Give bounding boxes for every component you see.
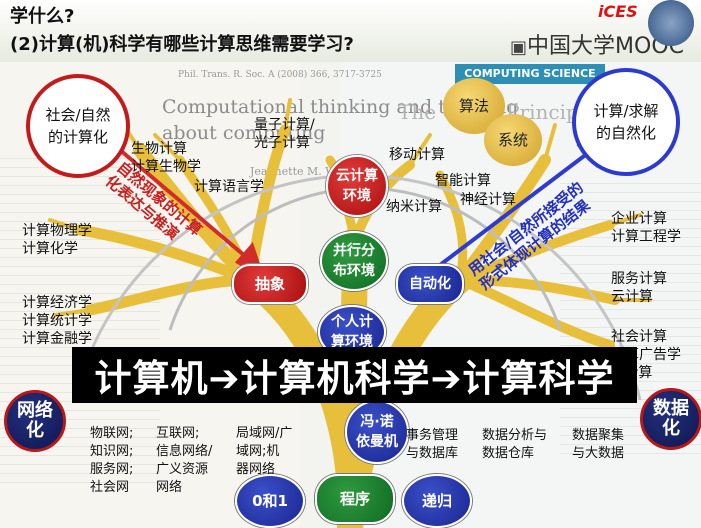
networking-node: 网络 化 (4, 390, 66, 452)
label-economics: 计算经济学 计算统计学 计算金融学 (22, 295, 92, 347)
zero-one-node: 0和1 (235, 474, 305, 528)
label-transaction: 事务管理 与数据库 (406, 428, 459, 461)
system-node: 系统 (484, 114, 542, 166)
label-aggregation: 数据聚集 与大数据 (572, 428, 625, 461)
label-networks-col3: 局域网/广 域网;机 器网络 (236, 426, 293, 477)
label-smart: 智能计算 (435, 173, 491, 189)
label-enterprise: 企业计算 计算工程学 (611, 211, 681, 245)
abstraction-node: 抽象 (232, 264, 308, 304)
automation-node: 自动化 (396, 264, 464, 304)
label-quantum: 量子计算/ 光子计算 (254, 117, 315, 151)
label-networks-col1: 物联网; 知识网; 服务网; 社会网 (90, 426, 134, 495)
social-computing-node: 社会/自然 的计算化 (26, 74, 130, 178)
natural-solving-node: 计算/求解 的自然化 (572, 68, 680, 176)
label-mobile: 移动计算 (389, 147, 445, 163)
recursion-node: 递归 (402, 474, 472, 528)
parallel-computing-node: 并行分 布环境 (320, 231, 388, 291)
evolution-banner: 计算机➔计算机科学➔计算科学 (72, 347, 637, 403)
label-service: 服务计算 云计算 (611, 271, 667, 305)
program-node: 程序 (315, 474, 395, 524)
data-node: 数据 化 (640, 388, 701, 450)
label-analysis: 数据分析与 数据仓库 (482, 428, 548, 461)
label-nano: 纳米计算 (386, 199, 442, 215)
label-networks-col2: 互联网; 信息网络/ 广义资源 网络 (156, 426, 213, 495)
von-neumann-node: 冯·诺 依曼机 (345, 400, 409, 464)
label-complang: 计算语言学 (194, 179, 264, 195)
cloud-computing-node: 云计算 环境 (326, 155, 388, 217)
label-biocomputing: 生物计算 计算生物学 (131, 141, 201, 175)
label-physics: 计算物理学 计算化学 (22, 223, 92, 257)
label-neural: 神经计算 (460, 192, 516, 208)
